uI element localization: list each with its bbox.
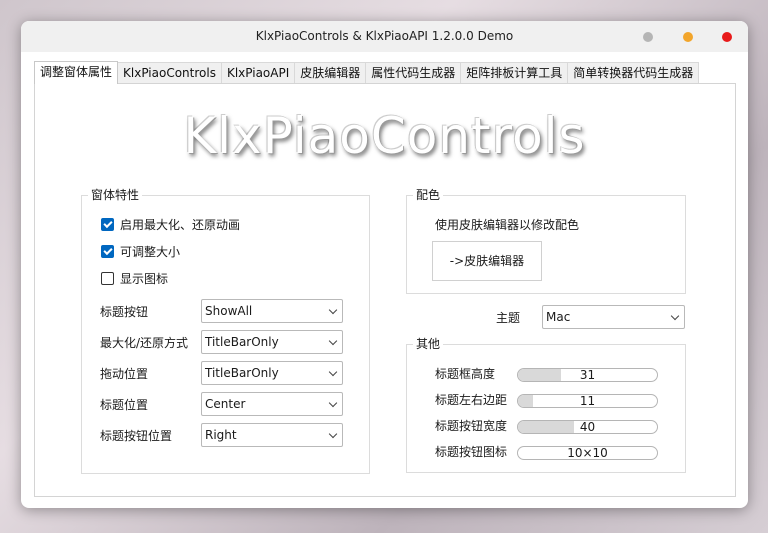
chevron-down-icon <box>328 336 338 346</box>
chevron-down-icon <box>328 398 338 408</box>
window-title: KlxPiaoControls & KlxPiaoAPI 1.2.0.0 Dem… <box>255 29 514 43</box>
checkbox-box[interactable] <box>101 217 114 231</box>
tab-property-code-generator[interactable]: 属性代码生成器 <box>365 62 462 84</box>
chevron-down-icon <box>670 311 680 321</box>
checkbox-label: 启用最大化、还原动画 <box>120 217 241 232</box>
chevron-down-icon <box>328 429 338 439</box>
title-button-icon-slider[interactable]: 10×10 <box>517 446 658 460</box>
select-value: Center <box>205 397 246 411</box>
title-buttons-select[interactable]: ShowAll <box>201 299 343 323</box>
select-value: TitleBarOnly <box>205 335 279 349</box>
tab-klxpiao-api[interactable]: KlxPiaoAPI <box>220 62 296 84</box>
other-title: 其他 <box>413 337 444 351</box>
checkbox-label: 可调整大小 <box>120 244 181 259</box>
title-bar-height-label: 标题框高度 <box>435 367 496 381</box>
title-bar[interactable]: KlxPiaoControls & KlxPiaoAPI 1.2.0.0 Dem… <box>21 21 748 52</box>
tab-klxpiao-controls[interactable]: KlxPiaoControls <box>117 62 222 84</box>
title-button-position-select[interactable]: Right <box>201 423 343 447</box>
checkbox-resizable[interactable]: 可调整大小 <box>101 243 180 259</box>
maximize-restore-mode-select[interactable]: TitleBarOnly <box>201 330 343 354</box>
slider-value: 31 <box>579 368 596 382</box>
title-bar-height-slider[interactable]: 31 <box>517 368 658 382</box>
title-button-width-label: 标题按钮宽度 <box>435 419 508 433</box>
app-window: KlxPiaoControls & KlxPiaoAPI 1.2.0.0 Dem… <box>21 21 748 508</box>
chevron-down-icon <box>328 305 338 315</box>
checkbox-label: 显示图标 <box>120 271 169 286</box>
title-button-icon-label: 标题按钮图标 <box>435 445 508 459</box>
tab-skin-editor[interactable]: 皮肤编辑器 <box>294 62 367 84</box>
checkbox-box[interactable] <box>101 244 114 258</box>
drag-position-label: 拖动位置 <box>100 367 149 381</box>
theme-select[interactable]: Mac <box>542 305 685 329</box>
logo-text: KlxPiaoControls <box>183 107 586 165</box>
title-margin-label: 标题左右边距 <box>435 393 508 407</box>
select-value: Mac <box>546 310 571 324</box>
title-button-position-label: 标题按钮位置 <box>100 429 173 443</box>
color-scheme-title: 配色 <box>413 188 444 202</box>
title-button-width-slider[interactable]: 40 <box>517 420 658 434</box>
open-skin-editor-button[interactable]: ->皮肤编辑器 <box>432 241 542 281</box>
checkbox-maximize-animation[interactable]: 启用最大化、还原动画 <box>101 216 240 232</box>
slider-value: 11 <box>579 394 596 408</box>
minimize-button[interactable] <box>643 32 653 42</box>
tab-converter-code-generator[interactable]: 简单转换器代码生成器 <box>567 62 700 84</box>
title-position-select[interactable]: Center <box>201 392 343 416</box>
tab-strip: 调整窗体属性 KlxPiaoControls KlxPiaoAPI 皮肤编辑器 … <box>34 61 700 84</box>
title-margin-slider[interactable]: 11 <box>517 394 658 408</box>
drag-position-select[interactable]: TitleBarOnly <box>201 361 343 385</box>
title-position-label: 标题位置 <box>100 398 149 412</box>
chevron-down-icon <box>328 367 338 377</box>
select-value: Right <box>205 428 237 442</box>
tab-window-properties[interactable]: 调整窗体属性 <box>34 61 119 84</box>
title-buttons-label: 标题按钮 <box>100 305 149 319</box>
tab-matrix-layout-tool[interactable]: 矩阵排板计算工具 <box>460 62 569 84</box>
slider-value: 40 <box>579 420 596 434</box>
select-value: ShowAll <box>205 304 253 318</box>
select-value: TitleBarOnly <box>205 366 279 380</box>
close-button[interactable] <box>722 32 732 42</box>
maximize-button[interactable] <box>683 32 693 42</box>
maximize-restore-mode-label: 最大化/还原方式 <box>100 336 189 350</box>
checkbox-box[interactable] <box>101 271 114 285</box>
slider-value: 10×10 <box>567 446 608 460</box>
theme-label: 主题 <box>496 311 521 325</box>
window-features-title: 窗体特性 <box>88 188 143 202</box>
color-scheme-hint: 使用皮肤编辑器以修改配色 <box>435 218 580 232</box>
checkbox-show-icon[interactable]: 显示图标 <box>101 270 168 286</box>
